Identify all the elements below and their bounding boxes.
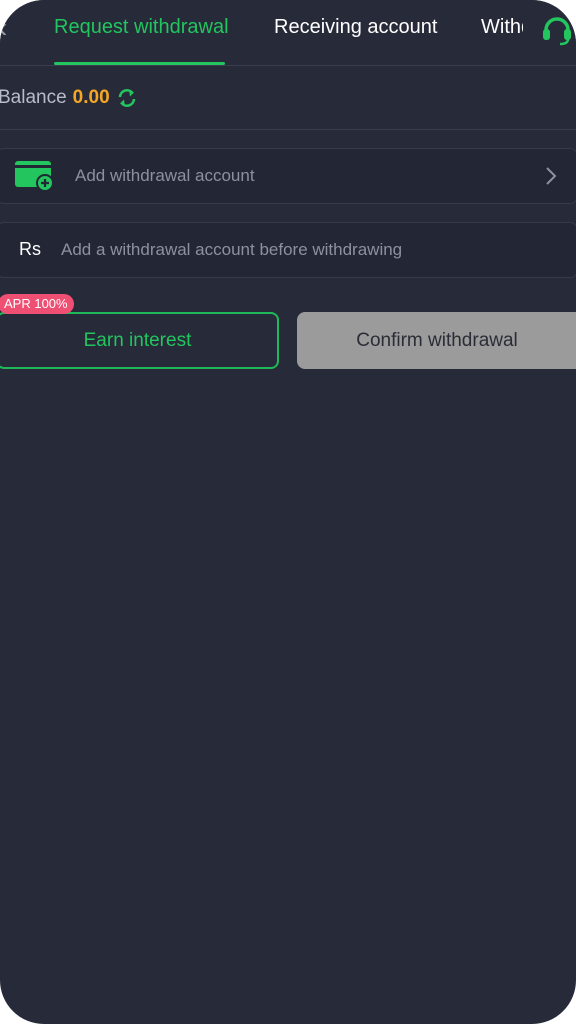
chevron-left-icon[interactable]: ‹	[0, 14, 18, 42]
currency-symbol: Rs	[19, 239, 41, 259]
confirm-withdrawal-button[interactable]: Confirm withdrawal	[297, 312, 576, 369]
balance-label: Balance	[0, 86, 67, 108]
earn-interest-button[interactable]: Earn interest	[0, 312, 279, 369]
tab-bar: ‹ Request withdrawal Receiving account W…	[0, 0, 576, 66]
refresh-icon[interactable]	[116, 87, 138, 109]
wallet-add-icon	[15, 161, 54, 192]
chevron-right-icon	[546, 167, 557, 185]
apr-badge: APR 100%	[0, 294, 74, 314]
balance-row: Balance 0.00	[0, 66, 576, 130]
amount-field-container: Rs	[0, 222, 576, 278]
add-withdrawal-account-button[interactable]: Add withdrawal account	[0, 148, 576, 204]
tab-withdrawal-records[interactable]: Withdrawal records	[481, 16, 523, 39]
balance-value: 0.00	[72, 86, 110, 108]
tab-request-withdrawal[interactable]: Request withdrawal	[54, 16, 229, 39]
active-tab-indicator	[54, 62, 225, 65]
tab-receiving-account[interactable]: Receiving account	[274, 16, 437, 39]
account-label: Add withdrawal account	[75, 166, 255, 185]
amount-input[interactable]	[61, 233, 551, 267]
app-screen: ‹ Request withdrawal Receiving account W…	[0, 0, 576, 1024]
headset-icon[interactable]	[540, 12, 574, 46]
